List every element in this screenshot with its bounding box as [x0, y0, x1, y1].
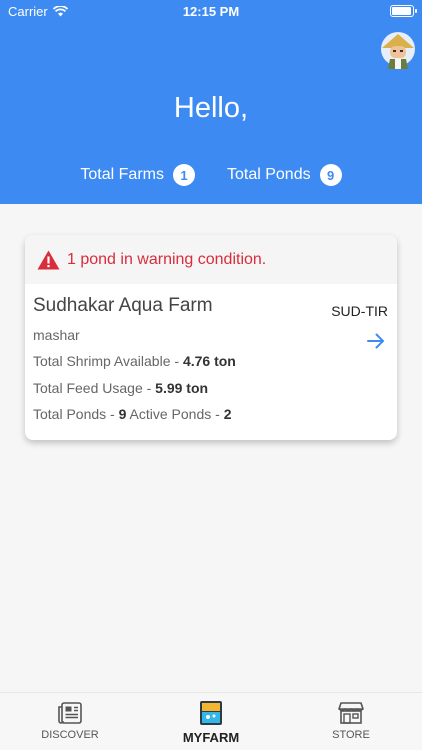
total-ponds-stat: Total Ponds 9 — [227, 164, 342, 186]
farmer-avatar-icon[interactable] — [380, 30, 416, 70]
tab-discover-label: DISCOVER — [41, 729, 99, 741]
greeting: Hello, — [173, 92, 249, 124]
warning-icon — [37, 250, 60, 269]
tab-store-label: STORE — [332, 729, 370, 741]
shrimp-label: Total Shrimp Available - — [33, 353, 183, 369]
active-ponds-label: Active Ponds - — [126, 406, 224, 422]
tab-store[interactable]: STORE — [301, 701, 401, 741]
shrimp-value: 4.76 ton — [182, 353, 236, 369]
shrimp-available-line: Total Shrimp Available - 4.76 ton — [33, 353, 236, 369]
store-icon — [338, 702, 364, 724]
header: Carrier 12:15 PM Hello, Total Farms 1 To… — [0, 0, 422, 204]
warning-banner: 1 pond in warning condition. — [25, 235, 397, 284]
tab-bar: DISCOVER MYFARM STORE — [0, 692, 422, 750]
farm-owner: mashar — [33, 327, 80, 343]
farm-code: SUD-TIR — [331, 303, 388, 319]
ponds-label: Total Ponds - — [33, 406, 119, 422]
farm-icon — [200, 701, 222, 725]
total-farms-label: Total Farms — [80, 166, 164, 183]
tab-discover[interactable]: DISCOVER — [20, 701, 120, 741]
feed-usage-line: Total Feed Usage - 5.99 ton — [33, 380, 208, 396]
summary-stats: Total Farms 1 Total Ponds 9 — [0, 164, 422, 186]
battery-icon — [390, 5, 417, 17]
total-farms-count: 1 — [172, 164, 195, 186]
tab-myfarm[interactable]: MYFARM — [161, 700, 261, 745]
total-ponds-count: 9 — [319, 164, 342, 186]
ponds-line: Total Ponds - 9 Active Ponds - 2 — [33, 406, 231, 422]
status-bar: Carrier 12:15 PM — [0, 0, 422, 24]
feed-label: Total Feed Usage - — [33, 380, 156, 396]
clock: 12:15 PM — [182, 4, 240, 19]
total-ponds-label: Total Ponds — [226, 166, 311, 183]
farm-name: Sudhakar Aqua Farm — [33, 295, 213, 316]
arrow-right-icon[interactable] — [367, 333, 385, 349]
warning-text: 1 pond in warning condition. — [67, 250, 267, 268]
total-farms-stat: Total Farms 1 — [80, 164, 195, 186]
tab-myfarm-label: MYFARM — [182, 730, 240, 745]
feed-value: 5.99 ton — [155, 380, 209, 396]
farm-card[interactable]: 1 pond in warning condition. Sudhakar Aq… — [25, 235, 397, 440]
active-ponds-value: 2 — [223, 406, 232, 422]
newspaper-icon — [58, 702, 82, 724]
